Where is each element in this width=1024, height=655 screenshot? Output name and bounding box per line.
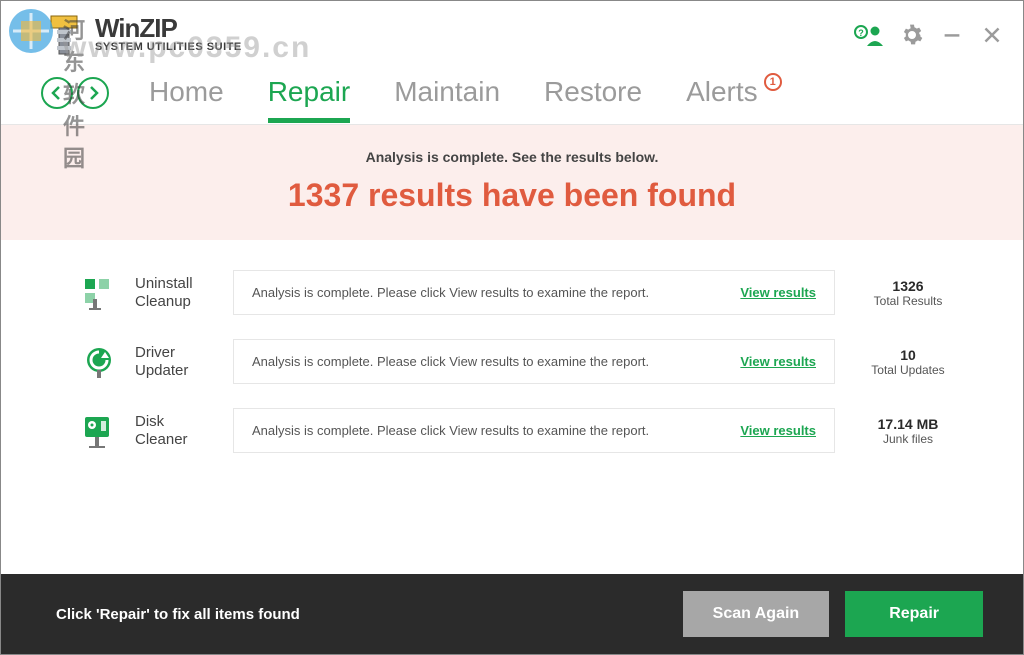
summary-label: Total Results [853, 294, 963, 308]
minimize-icon[interactable] [941, 24, 963, 46]
row-title: Driver Updater [135, 344, 215, 380]
nav-back-button[interactable] [41, 77, 73, 109]
uninstall-cleanup-icon [81, 275, 117, 311]
summary-count: 17.14 MB [853, 416, 963, 432]
tab-maintain[interactable]: Maintain [374, 64, 520, 122]
row-summary: 1326 Total Results [853, 278, 963, 308]
row-result-box: Analysis is complete. Please click View … [233, 408, 835, 453]
driver-updater-icon [81, 344, 117, 380]
row-summary: 10 Total Updates [853, 347, 963, 377]
row-title: Disk Cleaner [135, 413, 215, 449]
result-row-uninstall: Uninstall Cleanup Analysis is complete. … [81, 270, 963, 315]
tab-repair-label: Repair [268, 76, 350, 108]
row-message: Analysis is complete. Please click View … [252, 354, 649, 369]
summary-label: Total Updates [853, 363, 963, 377]
footer-hint: Click 'Repair' to fix all items found [56, 606, 300, 623]
results-list: Uninstall Cleanup Analysis is complete. … [1, 240, 1023, 463]
row-message: Analysis is complete. Please click View … [252, 285, 649, 300]
tab-alerts-label: Alerts [686, 76, 758, 108]
result-row-driver: Driver Updater Analysis is complete. Ple… [81, 339, 963, 384]
scan-again-button[interactable]: Scan Again [683, 591, 830, 637]
footer-bar: Click 'Repair' to fix all items found Sc… [1, 574, 1023, 654]
view-results-link[interactable]: View results [740, 423, 816, 438]
row-result-box: Analysis is complete. Please click View … [233, 339, 835, 384]
close-icon[interactable] [981, 24, 1003, 46]
winzip-logo-icon [41, 12, 87, 58]
tab-alerts[interactable]: Alerts 1 [666, 64, 802, 122]
gear-icon[interactable] [901, 24, 923, 46]
support-icon[interactable]: ? [853, 24, 883, 46]
banner-subtitle: Analysis is complete. See the results be… [1, 149, 1023, 165]
logo-block: WinZIP SYSTEM UTILITIES SUITE [41, 12, 242, 58]
result-banner: Analysis is complete. See the results be… [1, 125, 1023, 240]
tab-repair[interactable]: Repair [248, 64, 370, 122]
brand-name: WinZIP [95, 17, 242, 40]
banner-headline: 1337 results have been found [1, 177, 1023, 214]
view-results-link[interactable]: View results [740, 285, 816, 300]
nav-forward-button[interactable] [77, 77, 109, 109]
row-summary: 17.14 MB Junk files [853, 416, 963, 446]
disk-cleaner-icon [81, 413, 117, 449]
tab-maintain-label: Maintain [394, 76, 500, 108]
summary-count: 1326 [853, 278, 963, 294]
app-header: WinZIP SYSTEM UTILITIES SUITE ? [1, 1, 1023, 61]
row-message: Analysis is complete. Please click View … [252, 423, 649, 438]
brand-subtitle: SYSTEM UTILITIES SUITE [95, 41, 242, 53]
svg-text:?: ? [858, 28, 864, 38]
summary-label: Junk files [853, 432, 963, 446]
tab-restore-label: Restore [544, 76, 642, 108]
view-results-link[interactable]: View results [740, 354, 816, 369]
repair-button[interactable]: Repair [845, 591, 983, 637]
row-title: Uninstall Cleanup [135, 275, 215, 311]
tab-restore[interactable]: Restore [524, 64, 662, 122]
tab-home-label: Home [149, 76, 224, 108]
alerts-badge: 1 [764, 73, 782, 91]
main-nav: Home Repair Maintain Restore Alerts 1 [1, 61, 1023, 125]
result-row-disk: Disk Cleaner Analysis is complete. Pleas… [81, 408, 963, 453]
row-result-box: Analysis is complete. Please click View … [233, 270, 835, 315]
tab-home[interactable]: Home [129, 64, 244, 122]
summary-count: 10 [853, 347, 963, 363]
